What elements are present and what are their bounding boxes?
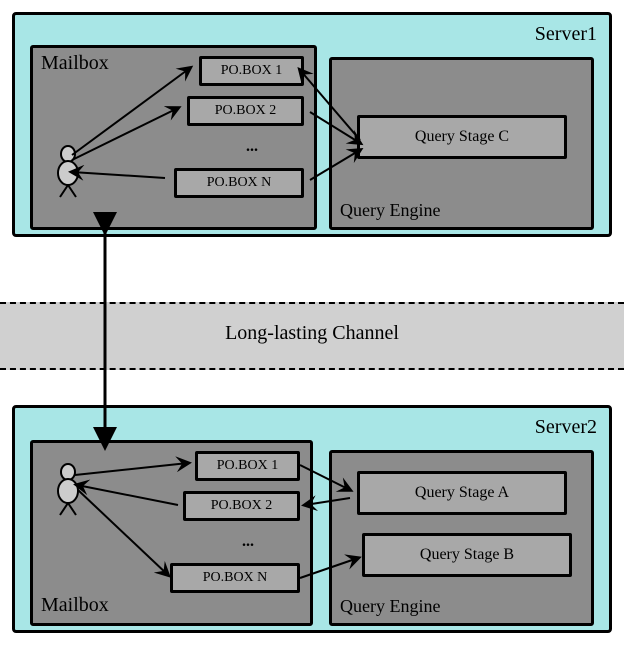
server1-query-engine: Query Stage C Query Engine [329, 57, 594, 230]
server2-pobox-ellipsis: ... [242, 533, 254, 551]
channel-label: Long-lasting Channel [225, 322, 399, 344]
server2-mailbox-label: Mailbox [41, 594, 109, 617]
server2-pobox-1: PO.BOX 1 [195, 451, 300, 481]
server1-engine-label: Query Engine [340, 200, 440, 221]
server2-pobox-n: PO.BOX N [170, 563, 300, 593]
long-lasting-channel: Long-lasting Channel [0, 302, 624, 370]
server2-query-engine: Query Stage A Query Stage B Query Engine [329, 450, 594, 626]
server1-pobox-2: PO.BOX 2 [187, 96, 304, 126]
server1-pobox-1: PO.BOX 1 [199, 56, 304, 86]
server2-mailbox: Mailbox PO.BOX 1 PO.BOX 2 ... PO.BOX N [30, 440, 313, 626]
robot-icon [48, 461, 88, 516]
server1-label: Server1 [535, 23, 597, 46]
robot-icon [48, 143, 88, 198]
server1-pobox-n: PO.BOX N [174, 168, 304, 198]
server2-pobox-2: PO.BOX 2 [183, 491, 300, 521]
server2-box: Server2 Mailbox PO.BOX 1 PO.BOX 2 ... PO… [12, 405, 612, 633]
server2-engine-label: Query Engine [340, 596, 440, 617]
server1-mailbox-label: Mailbox [41, 52, 109, 75]
server1-box: Server1 Mailbox PO.BOX 1 PO.BOX 2 ... PO… [12, 12, 612, 237]
server1-stage-c: Query Stage C [357, 115, 567, 159]
server1-mailbox: Mailbox PO.BOX 1 PO.BOX 2 ... PO.BOX N [30, 45, 317, 230]
server1-pobox-ellipsis: ... [246, 138, 258, 156]
server2-stage-b: Query Stage B [362, 533, 572, 577]
server2-label: Server2 [535, 416, 597, 439]
server2-stage-a: Query Stage A [357, 471, 567, 515]
